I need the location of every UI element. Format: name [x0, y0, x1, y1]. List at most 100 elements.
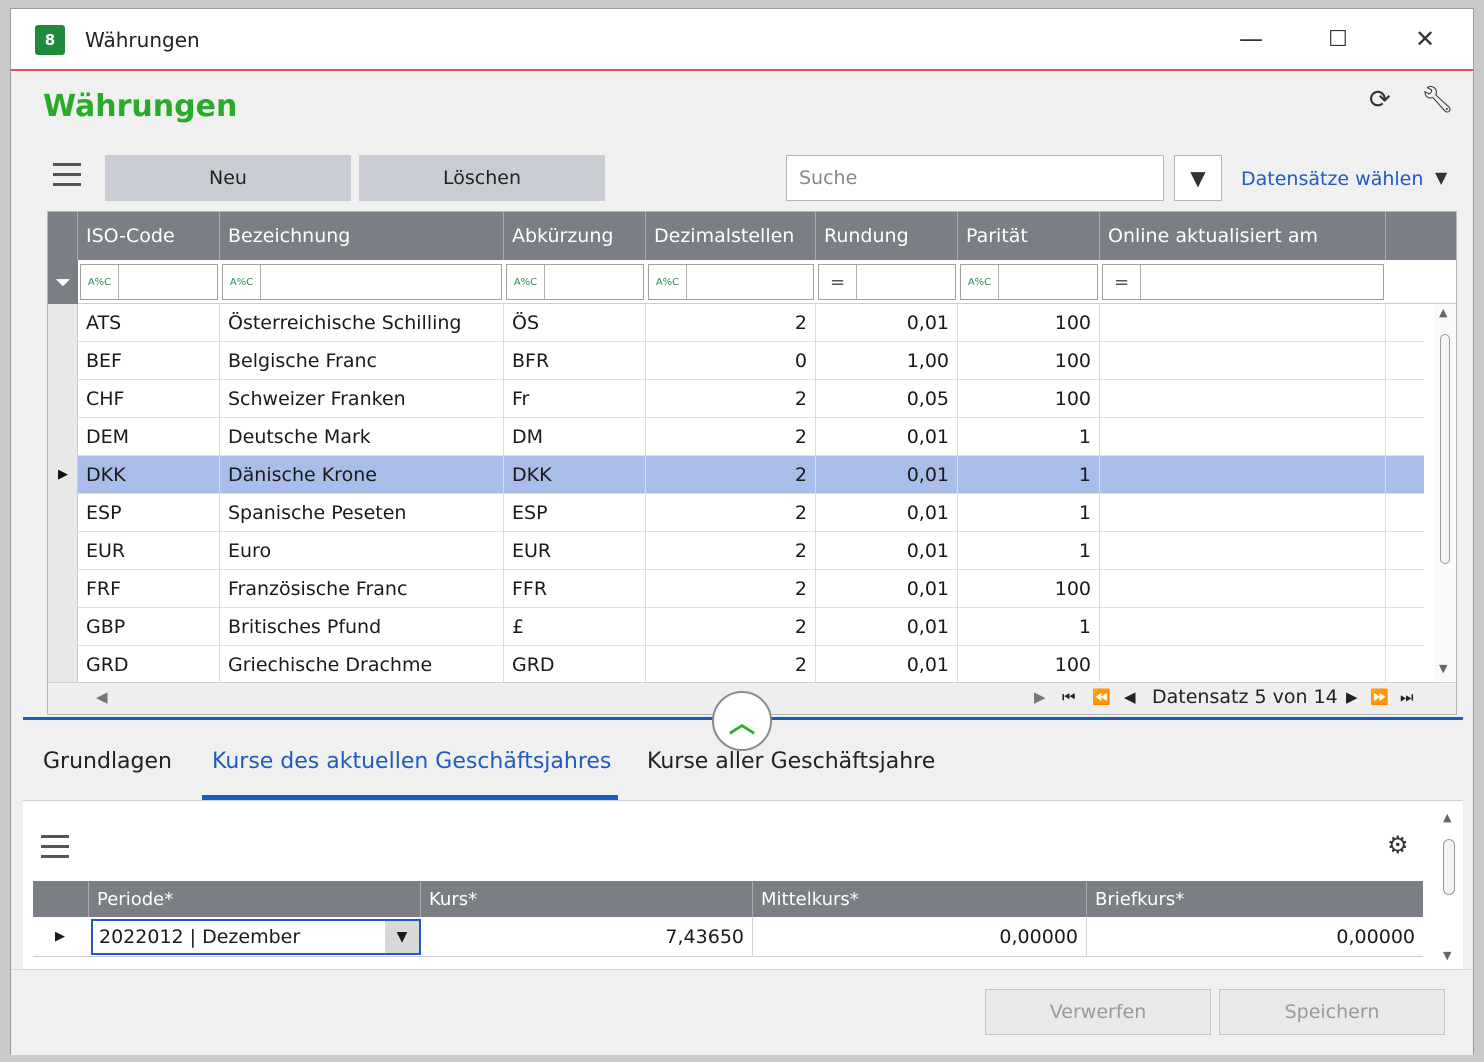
decimals-cell[interactable]: 2 [646, 418, 816, 456]
parity-cell[interactable]: 100 [958, 380, 1100, 418]
records-select-link[interactable]: Datensätze wählen [1241, 168, 1423, 190]
decimals-cell[interactable]: 2 [646, 380, 816, 418]
parity-cell[interactable]: 1 [958, 608, 1100, 646]
column-header-name[interactable]: Bezeichnung [220, 212, 504, 260]
name-cell[interactable]: Spanische Peseten [220, 494, 504, 532]
updated-cell[interactable] [1100, 570, 1386, 608]
tab-grundlagen[interactable]: Grundlagen [43, 749, 172, 774]
column-header-ask-rate[interactable]: Briefkurs* [1087, 881, 1423, 917]
filter-iso[interactable]: A%C [80, 264, 218, 300]
last-record-icon[interactable]: ⏭ [1400, 688, 1414, 706]
column-header-period[interactable]: Periode* [89, 881, 421, 917]
collapse-chevron-up-icon[interactable]: ︿ [712, 691, 772, 751]
first-record-icon[interactable]: ⏮ [1062, 688, 1076, 706]
discard-button[interactable]: Verwerfen [985, 989, 1211, 1035]
name-cell[interactable]: Französische Franc [220, 570, 504, 608]
name-cell[interactable]: Schweizer Franken [220, 380, 504, 418]
filter-updated[interactable]: = [1102, 264, 1384, 300]
rates-menu-icon[interactable] [41, 835, 69, 865]
parity-cell[interactable]: 100 [958, 304, 1100, 342]
filter-icon[interactable]: ⏷ [48, 260, 78, 304]
vertical-scrollbar[interactable]: ▲ ▼ [1434, 304, 1456, 682]
abbr-cell[interactable]: BFR [504, 342, 646, 380]
updated-cell[interactable] [1100, 646, 1386, 682]
maximize-button[interactable]: ☐ [1316, 19, 1360, 59]
name-cell[interactable]: Euro [220, 532, 504, 570]
name-cell[interactable]: Belgische Franc [220, 342, 504, 380]
decimals-cell[interactable]: 2 [646, 494, 816, 532]
updated-cell[interactable] [1100, 418, 1386, 456]
scroll-up-icon[interactable]: ▲ [1443, 811, 1451, 824]
mid-rate-cell[interactable]: 0,00000 [753, 917, 1087, 957]
table-row[interactable]: DKK Dänische Krone DKK 2 0,01 1 [78, 456, 1424, 494]
period-dropdown[interactable]: 2022012 | Dezember ▼ [91, 919, 421, 955]
filter-operator-icon[interactable]: A%C [223, 265, 261, 299]
decimals-cell[interactable]: 0 [646, 342, 816, 380]
rates-vertical-scrollbar[interactable]: ▲ ▼ [1441, 809, 1459, 969]
table-row[interactable]: GBP Britisches Pfund £2 0,01 1 [78, 608, 1424, 646]
chevron-down-icon[interactable]: ▼ [1435, 168, 1447, 187]
iso-cell[interactable]: GBP [78, 608, 220, 646]
previous-page-icon[interactable]: ⏪ [1092, 688, 1111, 706]
rounding-cell[interactable]: 0,01 [816, 608, 958, 646]
filter-decimals[interactable]: A%C [648, 264, 814, 300]
parity-cell[interactable]: 100 [958, 646, 1100, 682]
abbr-cell[interactable]: ÖS [504, 304, 646, 342]
table-row[interactable]: ATS Österreichische Schilling ÖS 2 0,01 100 [78, 304, 1424, 342]
minimize-button[interactable]: — [1229, 19, 1273, 59]
previous-record-icon[interactable]: ◀ [1124, 688, 1136, 706]
column-header-updated[interactable]: Online aktualisiert am [1100, 212, 1386, 260]
table-row[interactable]: DEM Deutsche Mark DM 2 0,01 1 [78, 418, 1424, 456]
iso-cell[interactable]: DKK [78, 456, 220, 494]
name-cell[interactable]: Britisches Pfund [220, 608, 504, 646]
iso-cell[interactable]: DEM [78, 418, 220, 456]
table-row[interactable]: BEF Belgische Franc BFR 0 1,00 100 [78, 342, 1424, 380]
rounding-cell[interactable]: 0,01 [816, 532, 958, 570]
column-header-decimals[interactable]: Dezimalstellen [646, 212, 816, 260]
iso-cell[interactable]: GRD [78, 646, 220, 682]
column-header-mid-rate[interactable]: Mittelkurs* [753, 881, 1087, 917]
name-cell[interactable]: Dänische Krone [220, 456, 504, 494]
updated-cell[interactable] [1100, 532, 1386, 570]
rounding-cell[interactable]: 0,01 [816, 304, 958, 342]
rounding-cell[interactable]: 1,00 [816, 342, 958, 380]
scroll-thumb[interactable] [1440, 334, 1450, 564]
table-row[interactable]: FRF Französische Franc FFR 2 0,01 100 [78, 570, 1424, 608]
iso-cell[interactable]: FRF [78, 570, 220, 608]
tab-current-year-rates[interactable]: Kurse des aktuellen Geschäftsjahres [212, 749, 611, 774]
delete-button[interactable]: Löschen [359, 155, 605, 201]
scroll-left-icon[interactable]: ◀ [96, 688, 108, 706]
table-row[interactable]: GRD Griechische Drachme GRD 2 0,01 100 [78, 646, 1424, 682]
updated-cell[interactable] [1100, 342, 1386, 380]
name-cell[interactable]: Deutsche Mark [220, 418, 504, 456]
chevron-down-icon[interactable]: ▼ [385, 921, 419, 953]
filter-operator-icon[interactable]: = [1103, 265, 1141, 299]
refresh-icon[interactable]: ⟳ [1369, 85, 1391, 115]
updated-cell[interactable] [1100, 494, 1386, 532]
tab-all-years-rates[interactable]: Kurse aller Geschäftsjahre [647, 749, 935, 774]
menu-icon[interactable] [53, 163, 81, 193]
filter-name[interactable]: A%C [222, 264, 502, 300]
iso-cell[interactable]: EUR [78, 532, 220, 570]
save-button[interactable]: Speichern [1219, 989, 1445, 1035]
abbr-cell[interactable]: FFR [504, 570, 646, 608]
parity-cell[interactable]: 100 [958, 570, 1100, 608]
new-button[interactable]: Neu [105, 155, 351, 201]
updated-cell[interactable] [1100, 608, 1386, 646]
column-header-rounding[interactable]: Rundung [816, 212, 958, 260]
gear-icon[interactable]: ⚙ [1387, 831, 1409, 859]
wrench-icon[interactable]: 🔧︎ [1421, 85, 1454, 115]
parity-cell[interactable]: 100 [958, 342, 1100, 380]
rate-cell[interactable]: 7,43650 [421, 917, 753, 957]
decimals-cell[interactable]: 2 [646, 646, 816, 682]
scroll-down-icon[interactable]: ▼ [1439, 662, 1447, 675]
decimals-cell[interactable]: 2 [646, 532, 816, 570]
search-input[interactable]: Suche [786, 155, 1164, 201]
filter-abbr[interactable]: A%C [506, 264, 644, 300]
rounding-cell[interactable]: 0,01 [816, 456, 958, 494]
filter-rounding[interactable]: = [818, 264, 956, 300]
name-cell[interactable]: Österreichische Schilling [220, 304, 504, 342]
abbr-cell[interactable]: ESP [504, 494, 646, 532]
iso-cell[interactable]: ESP [78, 494, 220, 532]
next-record-icon[interactable]: ▶ [1346, 688, 1358, 706]
